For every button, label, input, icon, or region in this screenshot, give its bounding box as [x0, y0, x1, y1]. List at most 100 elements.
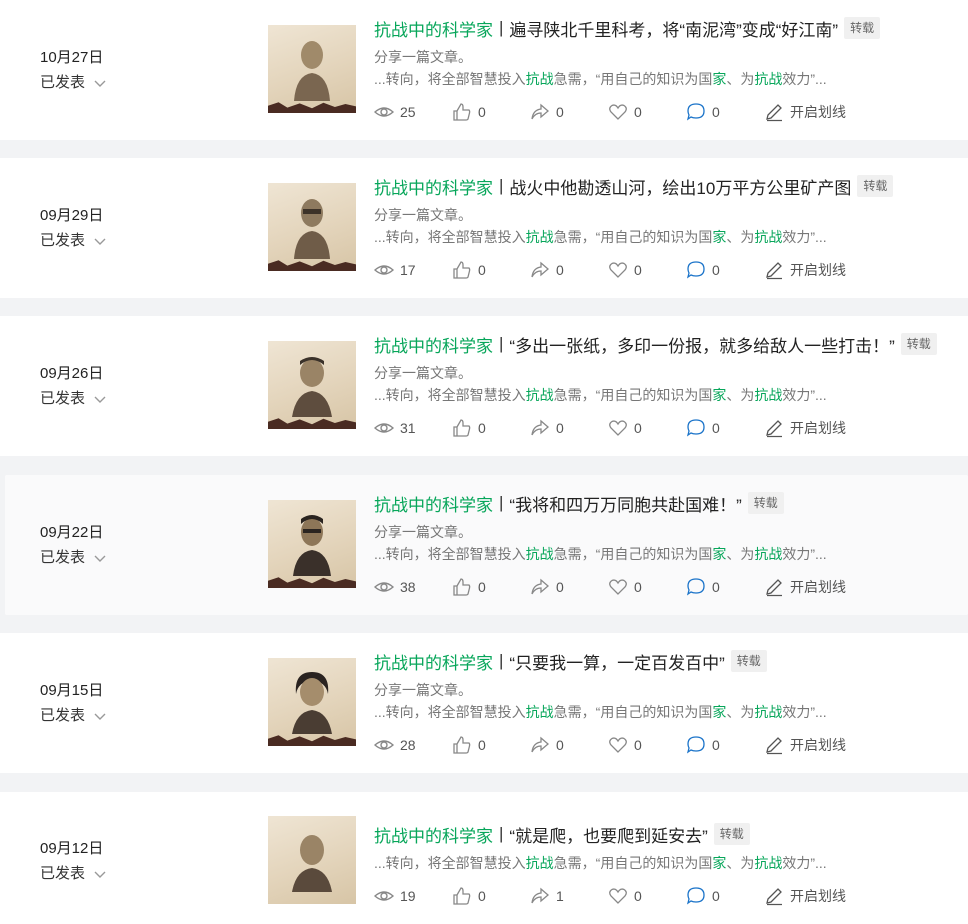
- likes-stat[interactable]: 0: [452, 102, 530, 122]
- column-name[interactable]: 抗战中的科学家: [374, 491, 493, 516]
- portrait-image: [294, 199, 330, 259]
- views-stat: 28: [374, 735, 452, 755]
- column-name[interactable]: 抗战中的科学家: [374, 16, 493, 41]
- favorites-stat[interactable]: 0: [608, 735, 686, 755]
- highlight-toggle[interactable]: 开启划线: [764, 577, 846, 597]
- favorites-stat[interactable]: 0: [608, 886, 686, 906]
- comments-stat[interactable]: 0: [686, 260, 764, 280]
- article-content: 抗战中的科学家 | “就是爬，也要爬到延安去” 转载 ...转向，将全部智慧投入…: [374, 820, 964, 907]
- article-excerpt: ...转向，将全部智慧投入抗战急需，“用自己的知识为国家、为抗战效力”...: [374, 71, 827, 87]
- article-thumbnail[interactable]: [268, 816, 356, 904]
- article-description: 分享一篇文章。: [374, 524, 472, 540]
- title-separator: |: [499, 651, 504, 670]
- title-line[interactable]: 抗战中的科学家 | “多出一张纸，多印一份报，就多给敌人一些打击！” 转载: [374, 330, 964, 358]
- article-card[interactable]: 09月15日 已发表 抗战中的科学家 | “只要我一算，一定百发百中” 转载 分…: [0, 633, 968, 773]
- article-title[interactable]: “就是爬，也要爬到延安去”: [509, 822, 707, 847]
- share-icon: [531, 261, 549, 278]
- column-name[interactable]: 抗战中的科学家: [374, 332, 493, 357]
- article-excerpt: ...转向，将全部智慧投入抗战急需，“用自己的知识为国家、为抗战效力”...: [374, 855, 827, 871]
- publish-date: 09月15日: [40, 682, 104, 699]
- torn-edge-decoration: [268, 102, 356, 113]
- publish-date: 09月12日: [40, 840, 104, 857]
- publish-meta: 09月29日 已发表: [40, 205, 200, 252]
- status-dropdown[interactable]: 已发表: [40, 863, 200, 885]
- highlight-toggle[interactable]: 开启划线: [764, 418, 846, 438]
- shares-stat[interactable]: 1: [530, 886, 608, 906]
- status-dropdown[interactable]: 已发表: [40, 547, 200, 569]
- highlight-toggle[interactable]: 开启划线: [764, 735, 846, 755]
- favorites-stat[interactable]: 0: [608, 418, 686, 438]
- article-thumbnail[interactable]: [268, 500, 356, 588]
- article-title[interactable]: “多出一张纸，多印一份报，就多给敌人一些打击！”: [509, 332, 894, 357]
- article-card[interactable]: 09月29日 已发表 抗战中的科学家 | 战火中他勘透山河，绘出10万平方公里矿…: [0, 158, 968, 298]
- highlight-toggle[interactable]: 开启划线: [764, 102, 846, 122]
- article-thumbnail[interactable]: [268, 341, 356, 429]
- share-icon: [531, 578, 549, 595]
- favorites-stat[interactable]: 0: [608, 102, 686, 122]
- title-line[interactable]: 抗战中的科学家 | “就是爬，也要爬到延安去” 转载: [374, 820, 964, 848]
- highlight-toggle[interactable]: 开启划线: [764, 886, 846, 906]
- article-card[interactable]: 10月27日 已发表 抗战中的科学家 | 遍寻陕北千里科考，将“南泥湾”变成“好…: [0, 0, 968, 140]
- publish-date: 09月29日: [40, 207, 104, 224]
- status-dropdown[interactable]: 已发表: [40, 72, 200, 94]
- chevron-down-icon: [94, 80, 106, 87]
- likes-stat[interactable]: 0: [452, 577, 530, 597]
- comments-stat[interactable]: 0: [686, 418, 764, 438]
- article-title[interactable]: 遍寻陕北千里科考，将“南泥湾”变成“好江南”: [509, 16, 838, 41]
- article-excerpt: ...转向，将全部智慧投入抗战急需，“用自己的知识为国家、为抗战效力”...: [374, 387, 827, 403]
- article-description: 分享一篇文章。: [374, 682, 472, 698]
- likes-stat[interactable]: 0: [452, 735, 530, 755]
- shares-stat[interactable]: 0: [530, 102, 608, 122]
- article-description: 分享一篇文章。: [374, 49, 472, 65]
- repost-tag: 转载: [900, 333, 937, 355]
- likes-stat[interactable]: 0: [452, 260, 530, 280]
- article-card[interactable]: 09月12日 已发表 抗战中的科学家 | “就是爬，也要爬到延安去” 转载 ..…: [0, 792, 968, 924]
- article-title[interactable]: “只要我一算，一定百发百中”: [509, 649, 724, 674]
- title-line[interactable]: 抗战中的科学家 | 遍寻陕北千里科考，将“南泥湾”变成“好江南” 转载: [374, 14, 964, 42]
- publish-date: 09月26日: [40, 365, 104, 382]
- likes-stat[interactable]: 0: [452, 418, 530, 438]
- column-name[interactable]: 抗战中的科学家: [374, 649, 493, 674]
- eye-icon: [374, 740, 394, 750]
- favorites-stat[interactable]: 0: [608, 260, 686, 280]
- title-line[interactable]: 抗战中的科学家 | 战火中他勘透山河，绘出10万平方公里矿产图 转载: [374, 172, 964, 200]
- article-excerpt: ...转向，将全部智慧投入抗战急需，“用自己的知识为国家、为抗战效力”...: [374, 546, 827, 562]
- article-title[interactable]: 战火中他勘透山河，绘出10万平方公里矿产图: [509, 174, 851, 199]
- status-label: 已发表: [40, 74, 86, 91]
- highlight-toggle[interactable]: 开启划线: [764, 260, 846, 280]
- likes-stat[interactable]: 0: [452, 886, 530, 906]
- share-icon: [531, 736, 549, 753]
- pen-icon: [766, 888, 782, 906]
- favorites-stat[interactable]: 0: [608, 577, 686, 597]
- views-stat: 19: [374, 886, 452, 906]
- comments-stat[interactable]: 0: [686, 102, 764, 122]
- shares-stat[interactable]: 0: [530, 418, 608, 438]
- publish-date: 10月27日: [40, 49, 104, 66]
- eye-icon: [374, 107, 394, 117]
- article-thumbnail[interactable]: [268, 658, 356, 746]
- status-dropdown[interactable]: 已发表: [40, 230, 200, 252]
- share-icon: [531, 887, 549, 904]
- title-separator: |: [499, 334, 504, 353]
- title-line[interactable]: 抗战中的科学家 | “我将和四万万同胞共赴国难！” 转载: [374, 489, 964, 517]
- shares-stat[interactable]: 0: [530, 577, 608, 597]
- article-description: 分享一篇文章。: [374, 207, 472, 223]
- shares-stat[interactable]: 0: [530, 735, 608, 755]
- title-separator: |: [499, 824, 504, 843]
- portrait-image: [292, 835, 332, 892]
- status-label: 已发表: [40, 707, 86, 724]
- title-line[interactable]: 抗战中的科学家 | “只要我一算，一定百发百中” 转载: [374, 647, 964, 675]
- comments-stat[interactable]: 0: [686, 886, 764, 906]
- article-title[interactable]: “我将和四万万同胞共赴国难！”: [509, 491, 741, 516]
- comments-stat[interactable]: 0: [686, 735, 764, 755]
- status-dropdown[interactable]: 已发表: [40, 388, 200, 410]
- article-thumbnail[interactable]: [268, 183, 356, 271]
- shares-stat[interactable]: 0: [530, 260, 608, 280]
- article-card[interactable]: 09月26日 已发表 抗战中的科学家 | “多出一张纸，多印一份报，就多给敌人一…: [0, 316, 968, 456]
- comments-stat[interactable]: 0: [686, 577, 764, 597]
- status-dropdown[interactable]: 已发表: [40, 705, 200, 727]
- article-card[interactable]: 09月22日 已发表 抗战中的科学家 | “我将和四万万同胞共赴国难！” 转载 …: [5, 475, 968, 615]
- column-name[interactable]: 抗战中的科学家: [374, 822, 493, 847]
- column-name[interactable]: 抗战中的科学家: [374, 174, 493, 199]
- article-thumbnail[interactable]: [268, 25, 356, 113]
